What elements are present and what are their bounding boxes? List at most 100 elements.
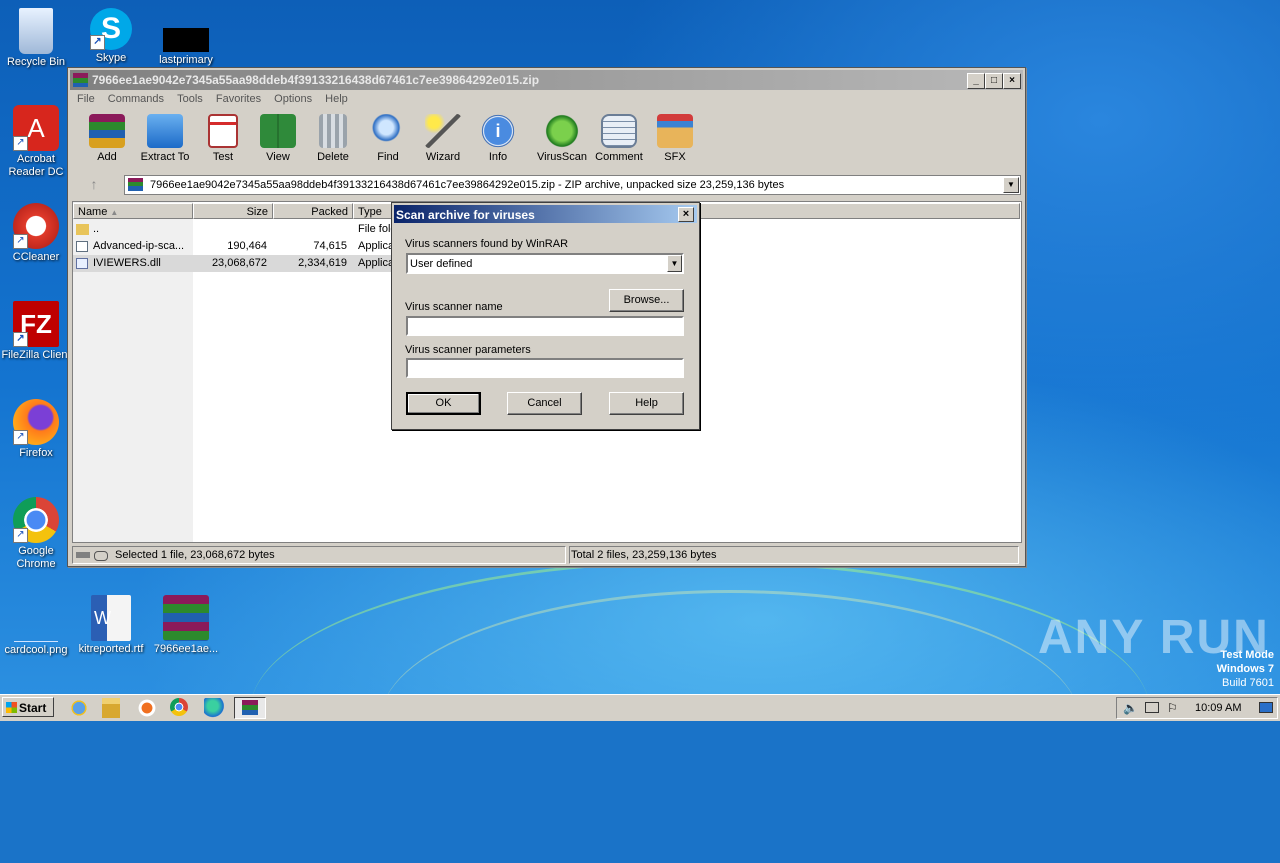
menu-options[interactable]: Options <box>269 91 317 107</box>
winrar-icon <box>242 700 258 715</box>
media-player-icon[interactable] <box>136 698 158 718</box>
desktop-icon-label: Recycle Bin <box>6 56 66 68</box>
dialog-titlebar[interactable]: Scan archive for viruses × <box>394 205 697 223</box>
chrome-taskbar-icon[interactable] <box>170 698 188 716</box>
scanner-params-label: Virus scanner parameters <box>405 344 531 356</box>
chevron-down-icon[interactable]: ▼ <box>1003 177 1019 193</box>
desktop-icon-label: FileZilla Client <box>1 349 71 361</box>
file-icon <box>163 28 209 52</box>
menu-file[interactable]: File <box>72 91 100 107</box>
word-document-icon: W <box>91 595 131 641</box>
acrobat-icon: A ↗ <box>13 105 59 151</box>
menu-commands[interactable]: Commands <box>103 91 169 107</box>
toolbar-label: Test <box>212 151 234 163</box>
view-book-icon <box>260 114 296 148</box>
chevron-down-icon[interactable]: ▼ <box>667 255 682 272</box>
desktop-icon-acrobat[interactable]: A ↗ Acrobat Reader DC <box>0 105 72 179</box>
clock[interactable]: 10:09 AM <box>1195 702 1241 714</box>
edge-icon[interactable] <box>204 698 226 718</box>
desktop-icon-filezilla[interactable]: FZ ↗ FileZilla Client <box>0 301 72 362</box>
chrome-icon: ↗ <box>13 497 59 543</box>
internet-explorer-icon[interactable] <box>68 698 90 718</box>
file-size: 190,464 <box>227 240 267 252</box>
desktop-icon-archive[interactable]: 7966ee1ae... <box>150 595 222 656</box>
file-type: Application extension <box>358 257 393 269</box>
winrar-app-icon <box>73 73 88 87</box>
toolbar-label: Comment <box>595 151 643 163</box>
desktop-icon-label: lastprimary <box>159 54 213 66</box>
minimize-button[interactable]: _ <box>967 73 985 89</box>
toolbar-label: Info <box>488 151 508 163</box>
menu-favorites[interactable]: Favorites <box>211 91 266 107</box>
maximize-button[interactable]: □ <box>985 73 1003 89</box>
toolbar-label: Add <box>97 151 117 163</box>
toolbar-label: VirusScan <box>537 151 587 163</box>
status-right-text: Total 2 files, 23,259,136 bytes <box>571 549 717 561</box>
close-button[interactable]: × <box>1003 73 1021 89</box>
scanner-params-input[interactable] <box>406 358 684 378</box>
flag-icon[interactable]: ⚐ <box>1167 701 1178 715</box>
toolbar-add-button[interactable]: Add <box>77 114 137 163</box>
desktop-icon-label: Acrobat Reader DC <box>8 153 64 178</box>
trash-icon <box>319 114 347 148</box>
help-button[interactable]: Help <box>609 392 684 415</box>
file-type: File folder <box>358 223 393 235</box>
desktop-icon-cardcool[interactable]: cardcool.png <box>0 595 72 657</box>
status-bar: Selected 1 file, 23,068,672 bytes Total … <box>72 546 1020 564</box>
desktop-icon-skype[interactable]: S ↗ Skype <box>75 8 147 65</box>
toolbar-find-button[interactable]: Find <box>358 114 418 163</box>
toolbar-test-button[interactable]: Test <box>193 114 253 163</box>
shortcut-arrow-icon: ↗ <box>13 332 28 347</box>
toolbar-wizard-button[interactable]: Wizard <box>413 114 473 163</box>
desktop-icon-lastprimary[interactable]: lastprimary <box>150 8 222 67</box>
toolbar-view-button[interactable]: View <box>248 114 308 163</box>
column-header-packed[interactable]: Packed <box>273 203 353 219</box>
scan-viruses-dialog: Scan archive for viruses × Virus scanner… <box>391 202 700 430</box>
virus-icon <box>544 114 580 148</box>
file-packed: 74,615 <box>313 240 347 252</box>
status-selection: Selected 1 file, 23,068,672 bytes <box>72 546 566 564</box>
toolbar-virusscan-button[interactable]: VirusScan <box>532 114 592 163</box>
column-header-name[interactable]: Name ▲ <box>73 203 193 219</box>
show-desktop-icon[interactable] <box>1259 702 1273 713</box>
winrar-taskbar-button[interactable] <box>234 697 266 719</box>
speaker-icon[interactable]: 🔈 <box>1123 701 1138 715</box>
file-explorer-icon[interactable] <box>102 698 120 718</box>
archive-path-combobox[interactable]: 7966ee1ae9042e7345a55aa98ddeb4f391332164… <box>124 175 1021 195</box>
menu-help[interactable]: Help <box>320 91 353 107</box>
toolbar: Add Extract To Test View Delete Find Wiz… <box>72 112 1020 170</box>
dialog-close-button[interactable]: × <box>678 207 694 222</box>
toolbar-info-button[interactable]: i Info <box>468 114 528 163</box>
test-clipboard-icon <box>208 114 238 148</box>
ok-button[interactable]: OK <box>406 392 481 415</box>
dialog-title: Scan archive for viruses <box>396 208 535 222</box>
file-type: Application <box>358 240 393 252</box>
desktop-icon-recycle-bin[interactable]: Recycle Bin <box>0 8 72 69</box>
window-titlebar[interactable]: 7966ee1ae9042e7345a55aa98ddeb4f391332164… <box>70 70 1023 90</box>
menu-tools[interactable]: Tools <box>172 91 208 107</box>
toolbar-delete-button[interactable]: Delete <box>303 114 363 163</box>
file-name: Advanced-ip-sca... <box>93 240 185 252</box>
start-button[interactable]: Start <box>2 697 54 717</box>
desktop-icon-ccleaner[interactable]: ↗ CCleaner <box>0 203 72 264</box>
os-build: Build 7601 <box>1222 677 1274 689</box>
browse-button[interactable]: Browse... <box>609 289 684 312</box>
desktop-icon-label: Firefox <box>19 447 53 459</box>
desktop-icon-chrome[interactable]: ↗ Google Chrome <box>0 497 72 571</box>
scanner-select-value: User defined <box>410 258 473 270</box>
system-tray: 🔈 ⚐ 10:09 AM <box>1116 697 1278 719</box>
cancel-button[interactable]: Cancel <box>507 392 582 415</box>
windows-logo-icon <box>6 702 17 713</box>
up-arrow-icon[interactable]: ↑ <box>84 176 104 194</box>
toolbar-extract-button[interactable]: Extract To <box>135 114 195 163</box>
toolbar-comment-button[interactable]: Comment <box>589 114 649 163</box>
scanner-name-input[interactable] <box>406 316 684 336</box>
column-header-size[interactable]: Size <box>193 203 273 219</box>
desktop-icon-label: Skype <box>95 52 127 64</box>
network-icon[interactable] <box>1145 702 1159 713</box>
desktop-icon-firefox[interactable]: ↗ Firefox <box>0 399 72 460</box>
toolbar-sfx-button[interactable]: SFX <box>645 114 705 163</box>
desktop-icon-kitreported[interactable]: W kitreported.rtf <box>75 595 147 656</box>
scanner-select[interactable]: User defined ▼ <box>406 253 684 274</box>
add-icon <box>89 114 125 148</box>
